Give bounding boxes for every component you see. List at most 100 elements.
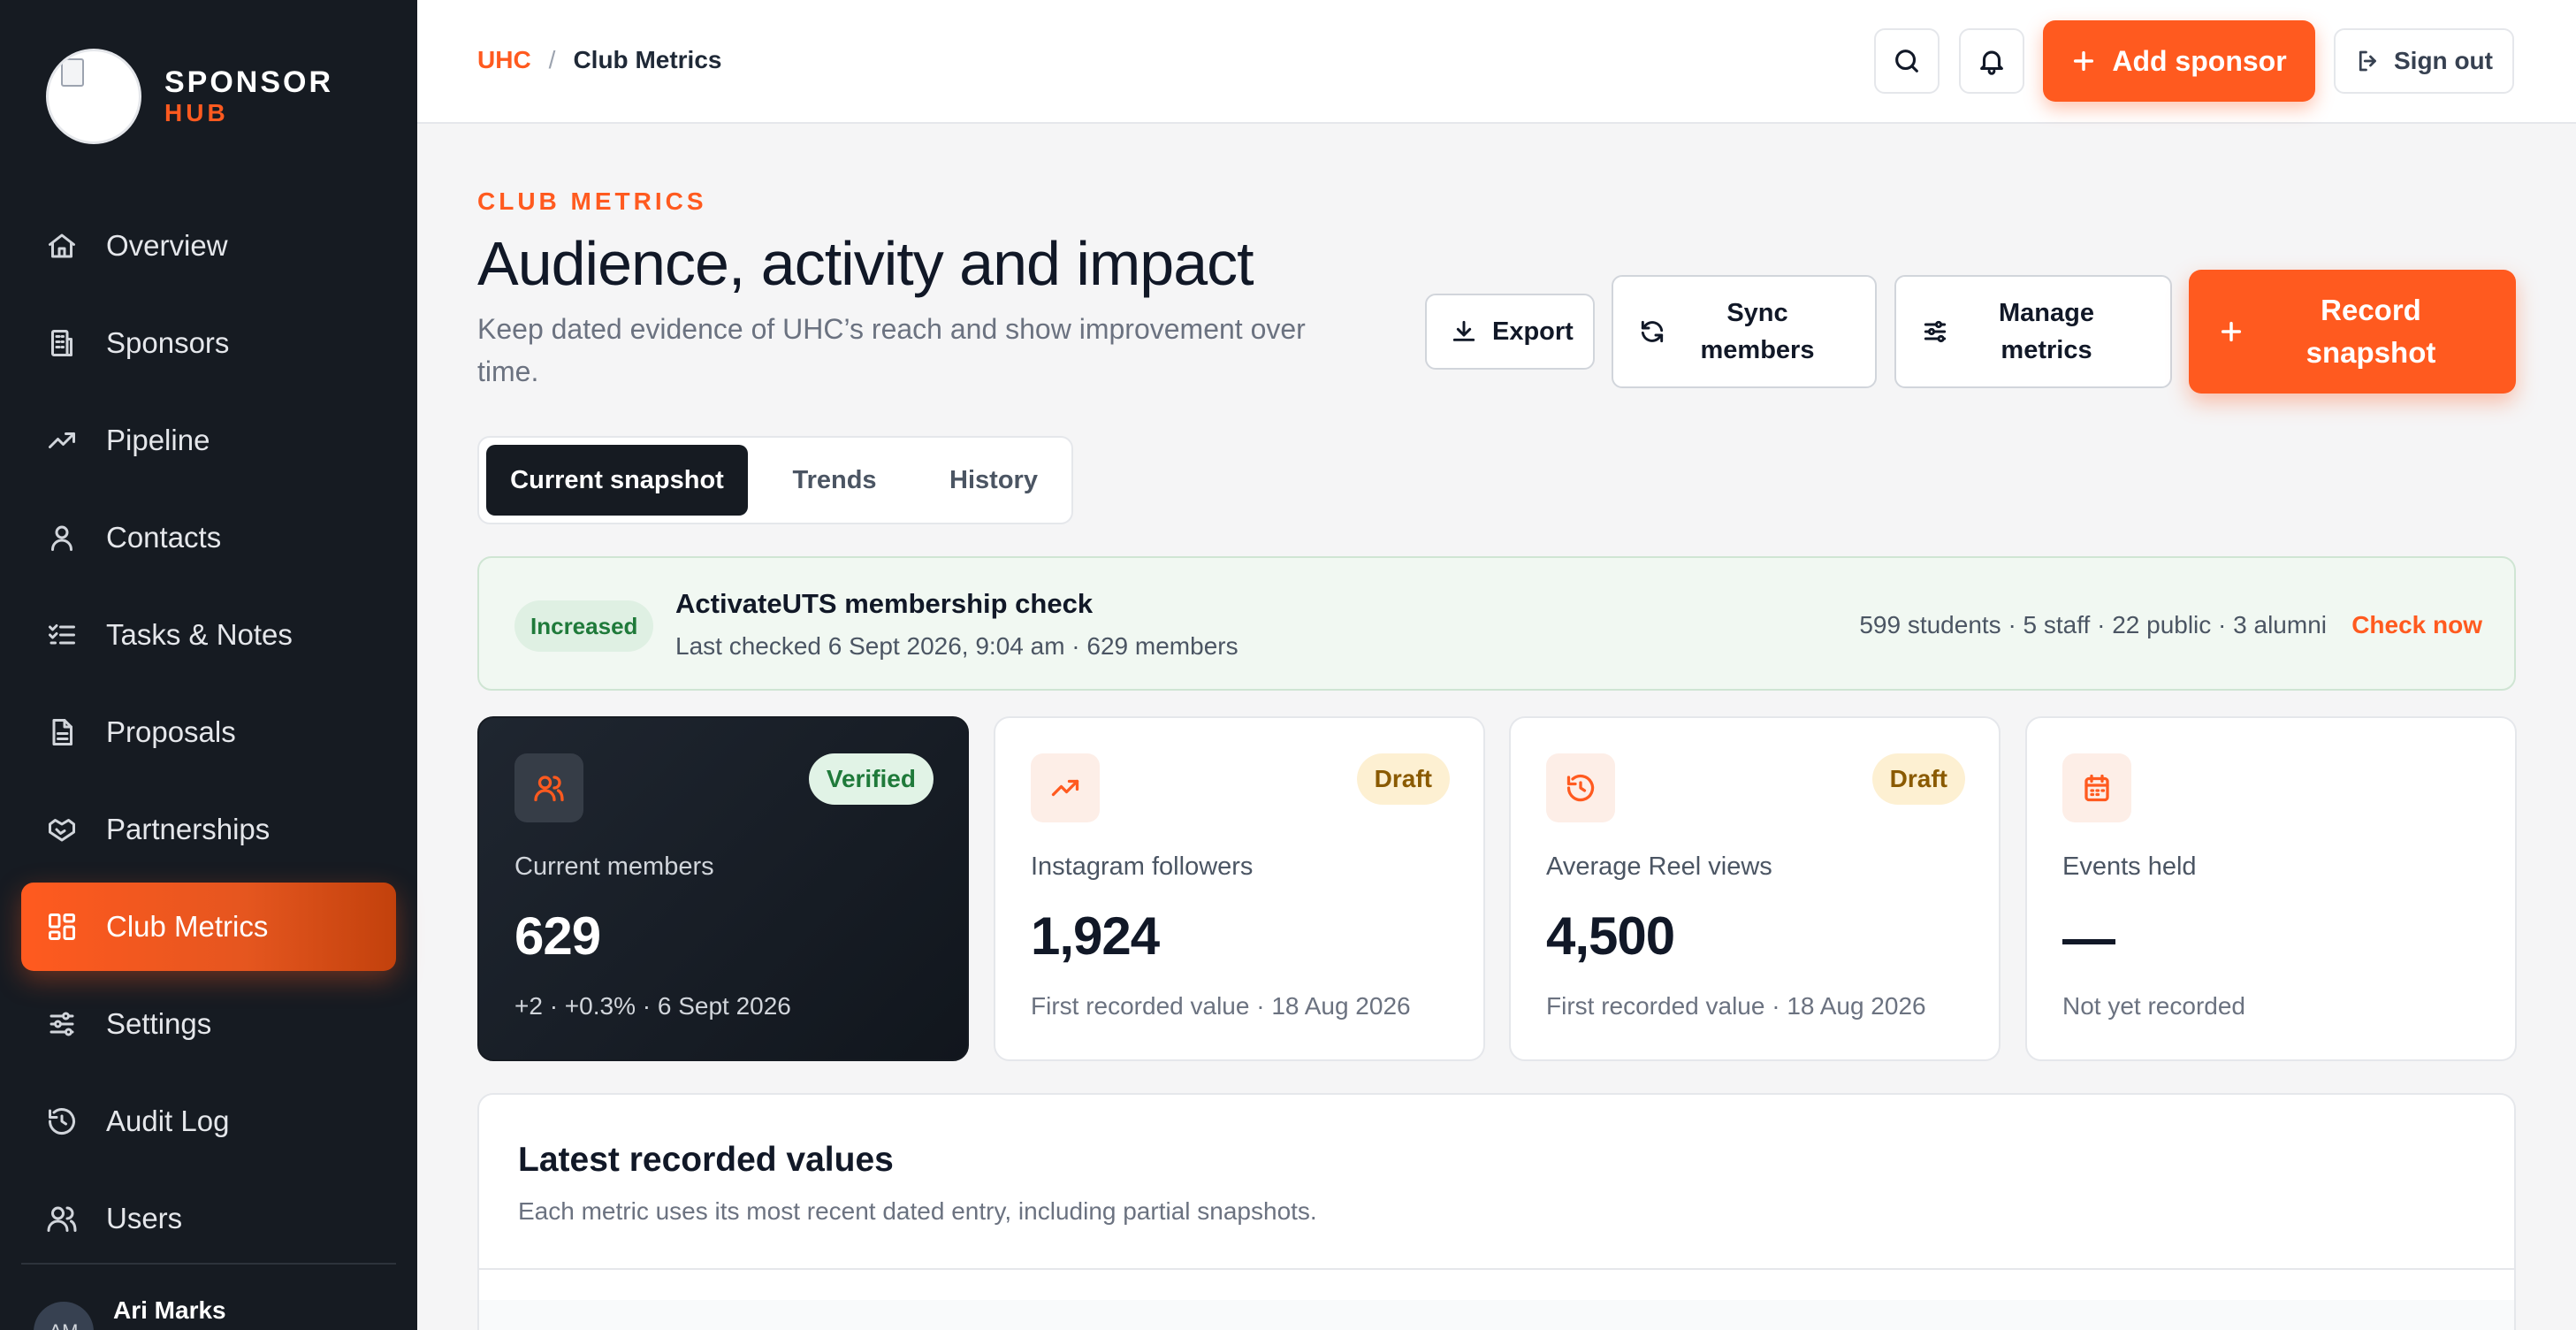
user-icon <box>44 520 80 555</box>
sidebar-item-users[interactable]: Users <box>21 1174 396 1263</box>
tab-current-snapshot[interactable]: Current snapshot <box>486 445 748 516</box>
search-icon <box>1895 50 1918 73</box>
section-subtitle: Each metric uses its most recent dated e… <box>518 1197 1317 1225</box>
banner-subtitle: Last checked 6 Sept 2026, 9:04 am · 629 … <box>675 632 1238 660</box>
manage-label-line1: Manage <box>1999 299 2094 327</box>
sidebar-item-overview[interactable]: Overview <box>21 202 396 290</box>
breadcrumb-current: Club Metrics <box>573 46 722 73</box>
breadcrumb-root-link[interactable]: UHC <box>477 46 531 74</box>
metric-label: Average Reel views <box>1546 852 1772 881</box>
sidebar-item-label: Contacts <box>106 521 222 554</box>
metric-value: 1,924 <box>1031 906 1160 966</box>
sidebar: SPONSOR HUB Overview Sponsors Pipeline C… <box>0 0 417 1330</box>
sidebar-nav: Overview Sponsors Pipeline Contacts Task… <box>21 202 396 1272</box>
section-title: Latest recorded values <box>518 1141 894 1179</box>
metric-card-instagram-followers[interactable]: Draft Instagram followers 1,924 First re… <box>994 716 1485 1061</box>
export-button[interactable]: Export <box>1425 294 1595 370</box>
metric-label: Instagram followers <box>1031 852 1254 881</box>
sidebar-item-proposals[interactable]: Proposals <box>21 688 396 776</box>
user-profile[interactable]: AM Ari Marks <box>34 1293 226 1330</box>
trend-up-icon <box>44 423 80 458</box>
sign-out-icon <box>2359 50 2376 72</box>
latest-recorded-values-panel: Latest recorded values Each metric uses … <box>477 1093 2516 1330</box>
record-label-line1: Record <box>2321 294 2421 326</box>
sync-label-line1: Sync <box>1726 299 1788 327</box>
sidebar-item-label: Audit Log <box>106 1105 230 1137</box>
membership-check-banner: Increased ActivateUTS membership check L… <box>477 556 2516 691</box>
sidebar-item-partnerships[interactable]: Partnerships <box>21 785 396 874</box>
plus-icon <box>2074 50 2094 72</box>
record-label-line2: snapshot <box>2305 336 2436 369</box>
export-label: Export <box>1492 317 1574 346</box>
metric-card-events-held[interactable]: Events held Not yet recorded <box>2025 716 2517 1061</box>
sidebar-item-label: Club Metrics <box>106 910 269 943</box>
brand-name: SPONSOR <box>164 65 334 99</box>
sidebar-item-audit-log[interactable]: Audit Log <box>21 1077 396 1166</box>
bell-icon <box>1980 50 2003 75</box>
sidebar-item-contacts[interactable]: Contacts <box>21 493 396 582</box>
trend-up-icon <box>1031 753 1100 822</box>
sidebar-item-tasks-notes[interactable]: Tasks & Notes <box>21 591 396 679</box>
notifications-button[interactable] <box>1959 28 2024 94</box>
tab-history[interactable]: History <box>921 445 1066 516</box>
calendar-icon <box>2062 753 2131 822</box>
sidebar-item-label: Settings <box>106 1007 212 1040</box>
brand-subname: HUB <box>164 99 229 126</box>
metric-card-average-reel-views[interactable]: Draft Average Reel views 4,500 First rec… <box>1509 716 2001 1061</box>
metric-value: 629 <box>514 906 601 966</box>
sidebar-item-settings[interactable]: Settings <box>21 980 396 1068</box>
sign-out-button[interactable]: Sign out <box>2334 28 2514 94</box>
metric-value: 4,500 <box>1546 906 1675 966</box>
sync-label-line2: members <box>1700 336 1815 364</box>
metric-label: Events held <box>2062 852 2197 881</box>
membership-breakdown: 599 students · 5 staff · 22 public · 3 a… <box>1859 611 2327 638</box>
add-sponsor-button[interactable]: Add sponsor <box>2043 20 2315 102</box>
history-icon <box>44 1104 80 1139</box>
brand-logo <box>46 49 141 144</box>
user-name: Ari Marks <box>113 1296 226 1324</box>
banner-title: ActivateUTS membership check <box>675 588 1094 619</box>
record-snapshot-button[interactable]: Record snapshot <box>2189 270 2516 394</box>
page-title: Audience, activity and impact <box>477 229 1254 298</box>
view-tabs: Current snapshot Trends History <box>477 436 1073 524</box>
sidebar-item-label: Overview <box>106 229 228 262</box>
breadcrumb: UHC / Club Metrics <box>477 46 721 74</box>
sidebar-item-label: Users <box>106 1202 183 1234</box>
sidebar-item-sponsors[interactable]: Sponsors <box>21 299 396 387</box>
download-icon <box>1452 320 1475 341</box>
manage-label-line2: metrics <box>2001 336 2092 364</box>
tab-trends[interactable]: Trends <box>748 445 921 516</box>
metric-card-current-members[interactable]: Verified Current members 629 +2 · +0.3% … <box>477 716 969 1061</box>
sidebar-item-pipeline[interactable]: Pipeline <box>21 396 396 485</box>
section-divider <box>479 1268 2514 1270</box>
check-now-link[interactable]: Check now <box>2351 611 2482 639</box>
brand[interactable]: SPONSOR HUB <box>46 49 333 144</box>
metric-footnote: Not yet recorded <box>2062 992 2245 1020</box>
sidebar-item-label: Tasks & Notes <box>106 618 293 651</box>
empty-value-dash <box>2062 939 2115 944</box>
page-description: Keep dated evidence of UHC’s reach and s… <box>477 313 1306 387</box>
status-badge: Draft <box>1356 753 1450 805</box>
sidebar-item-label: Pipeline <box>106 424 210 456</box>
breadcrumb-separator: / <box>548 46 556 73</box>
sidebar-divider <box>21 1263 396 1265</box>
home-icon <box>44 228 80 264</box>
metric-footnote: First recorded value · 18 Aug 2026 <box>1031 992 1411 1020</box>
metric-footnote: +2 · +0.3% · 6 Sept 2026 <box>514 992 791 1020</box>
sync-members-button[interactable]: Sync members <box>1612 275 1877 388</box>
topbar: UHC / Club Metrics Add sponsor Sign out <box>417 0 2576 124</box>
avatar: AM <box>34 1302 94 1330</box>
handshake-icon <box>44 812 80 847</box>
search-button[interactable] <box>1874 28 1940 94</box>
sidebar-item-label: Sponsors <box>106 326 230 359</box>
refresh-icon <box>1641 320 1664 343</box>
table-header-row <box>479 1300 2514 1330</box>
plus-icon <box>2221 321 2242 342</box>
manage-metrics-button[interactable]: Manage metrics <box>1894 275 2172 388</box>
status-badge: Increased <box>514 600 654 652</box>
history-icon <box>1546 753 1615 822</box>
users-icon <box>514 753 583 822</box>
add-sponsor-label: Add sponsor <box>2112 44 2287 77</box>
dashboard-icon <box>44 909 80 944</box>
sidebar-item-club-metrics[interactable]: Club Metrics <box>21 883 396 971</box>
